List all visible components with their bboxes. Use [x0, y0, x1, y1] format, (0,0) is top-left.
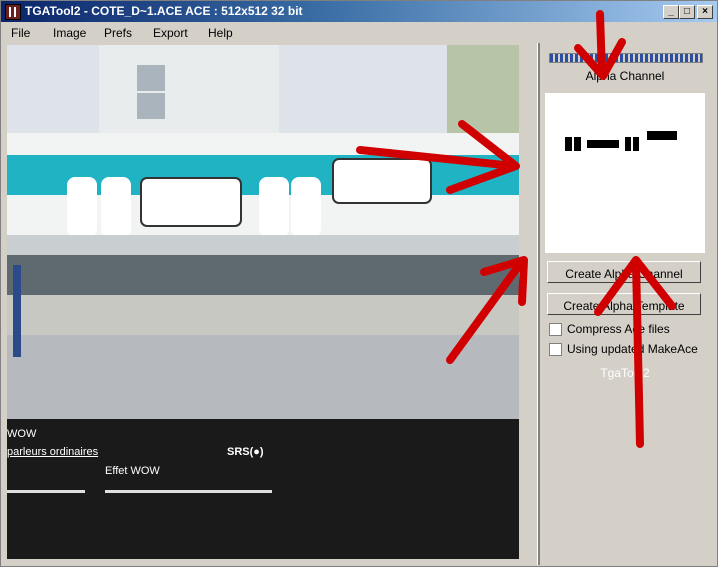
menu-export[interactable]: Export [153, 26, 188, 40]
close-button[interactable]: × [697, 5, 713, 19]
create-alpha-channel-button[interactable]: Create Alpha Channel [547, 261, 701, 283]
alpha-channel-preview [545, 93, 705, 253]
window-title: TGATool2 - COTE_D~1.ACE ACE : 512x512 32… [25, 4, 303, 18]
menu-bar: File Image Prefs Export Help [1, 22, 717, 42]
menu-file[interactable]: File [11, 26, 30, 40]
overlay-wow-text: WOW [7, 428, 37, 440]
tram-photo-illustration [7, 45, 519, 419]
panel-divider [537, 43, 540, 565]
compress-ace-checkbox-row[interactable]: Compress Ace files [549, 322, 670, 337]
title-bar[interactable]: TGATool2 - COTE_D~1.ACE ACE : 512x512 32… [1, 1, 717, 22]
create-alpha-template-button[interactable]: Create Alpha Template [547, 293, 701, 315]
updated-makeace-label: Using updated MakeAce [567, 342, 698, 356]
compress-ace-label: Compress Ace files [567, 322, 670, 336]
progress-bar [549, 53, 703, 63]
image-preview[interactable] [7, 45, 519, 419]
audio-overlay-panel: WOW parleurs ordinaires SRS(●) Effet WOW [7, 419, 519, 559]
srs-logo: SRS(●) [227, 446, 264, 458]
menu-help[interactable]: Help [208, 26, 233, 40]
slider-effect-wow[interactable] [105, 490, 272, 493]
alpha-channel-label: Alpha Channel [585, 69, 665, 83]
updated-makeace-checkbox[interactable] [549, 343, 562, 357]
updated-makeace-checkbox-row[interactable]: Using updated MakeAce [549, 342, 698, 357]
maximize-button[interactable]: □ [679, 5, 695, 19]
app-icon [5, 4, 21, 20]
app-window: TGATool2 - COTE_D~1.ACE ACE : 512x512 32… [0, 0, 718, 567]
menu-prefs[interactable]: Prefs [104, 26, 132, 40]
slider-left[interactable] [7, 490, 85, 493]
effect-wow-label: Effet WOW [105, 465, 160, 477]
footer-app-name: TgaTool2 [600, 366, 650, 380]
overlay-speakers-link[interactable]: parleurs ordinaires [7, 446, 98, 458]
compress-ace-checkbox[interactable] [549, 323, 562, 337]
minimize-button[interactable]: _ [663, 5, 679, 19]
menu-image[interactable]: Image [53, 26, 86, 40]
